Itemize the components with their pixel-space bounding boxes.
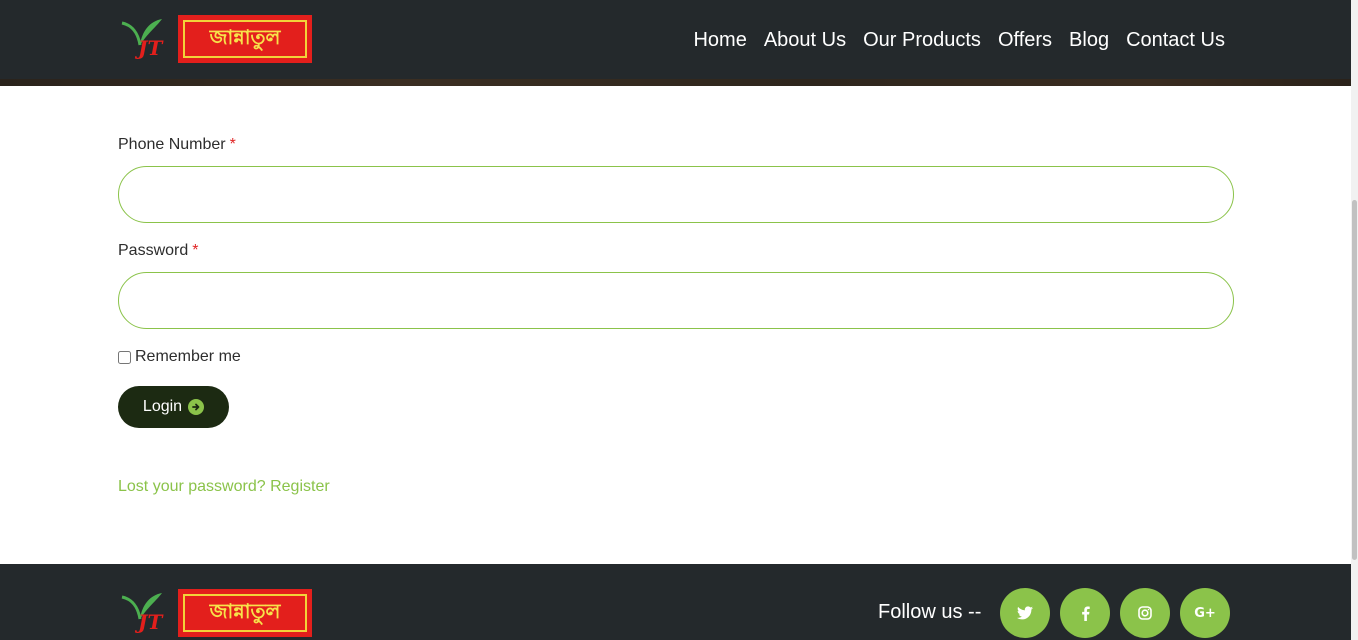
- nav-our-products[interactable]: Our Products: [863, 27, 981, 53]
- footer-logo[interactable]: JT জান্নাতুল: [118, 589, 314, 639]
- phone-number-label: Phone Number *: [118, 136, 236, 154]
- password-label: Password *: [118, 242, 198, 260]
- nav-about-us[interactable]: About Us: [764, 27, 846, 53]
- arrow-circle-right-icon: [188, 399, 205, 415]
- required-mark: *: [229, 136, 236, 153]
- logo-badge: জান্নাতুল: [178, 15, 312, 63]
- remember-me[interactable]: Remember me: [118, 348, 241, 366]
- login-button[interactable]: Login: [118, 386, 229, 428]
- facebook-icon[interactable]: [1060, 588, 1110, 638]
- site-logo[interactable]: JT জান্নাতুল: [118, 15, 314, 65]
- hero-image-strip: [0, 79, 1351, 86]
- password-label-text: Password: [118, 242, 189, 259]
- nav-home[interactable]: Home: [693, 27, 746, 53]
- leaf-logo-icon: JT: [121, 19, 164, 60]
- remember-me-label: Remember me: [135, 348, 241, 365]
- leaf-logo-icon: JT: [121, 593, 164, 634]
- remember-me-checkbox[interactable]: [118, 350, 131, 364]
- twitter-icon[interactable]: [1000, 588, 1050, 638]
- main-nav: Home About Us Our Products Offers Blog C…: [676, 27, 1225, 53]
- login-button-label: Login: [142, 398, 183, 415]
- instagram-icon[interactable]: [1120, 588, 1170, 638]
- register-link[interactable]: Register: [270, 478, 330, 495]
- follow-us-label: Follow us --: [878, 601, 982, 623]
- required-mark: *: [192, 242, 199, 259]
- google-plus-icon[interactable]: G+: [1180, 588, 1230, 638]
- password-input[interactable]: [118, 272, 1234, 329]
- account-links: Lost your password? Register: [118, 478, 330, 496]
- logo-text: জান্নাতুল: [183, 20, 307, 58]
- site-header: JT জান্নাতুল Home About Us Our Products …: [0, 0, 1351, 79]
- nav-offers[interactable]: Offers: [998, 27, 1052, 53]
- logo-mark-text: JT: [134, 36, 164, 60]
- scrollbar-thumb[interactable]: [1352, 200, 1357, 560]
- nav-contact-us[interactable]: Contact Us: [1126, 27, 1225, 53]
- logo-mark-text: JT: [134, 610, 164, 634]
- lost-password-link[interactable]: Lost your password?: [118, 478, 266, 495]
- page-scrollbar[interactable]: [1351, 0, 1358, 640]
- phone-number-input[interactable]: [118, 166, 1234, 223]
- logo-badge: জান্নাতুল: [178, 589, 312, 637]
- nav-blog[interactable]: Blog: [1069, 27, 1109, 53]
- logo-text: জান্নাতুল: [183, 594, 307, 632]
- phone-number-label-text: Phone Number: [118, 136, 226, 153]
